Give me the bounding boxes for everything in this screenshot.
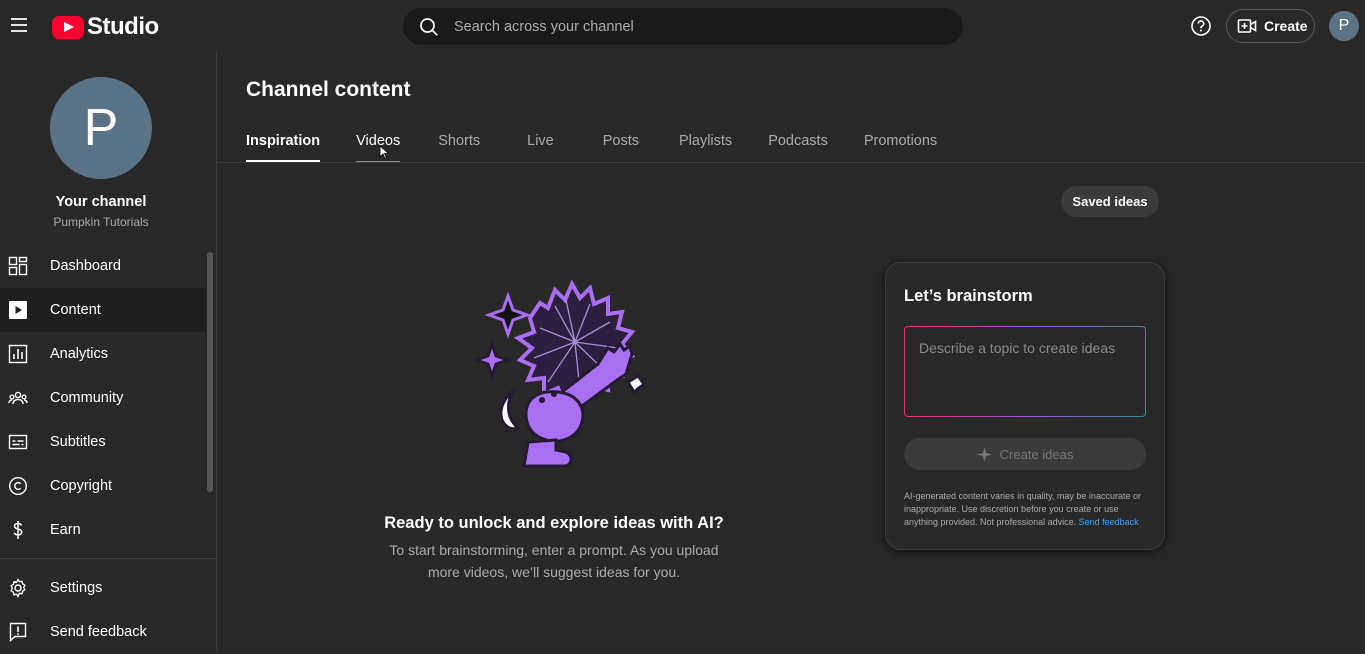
create-video-icon (1237, 19, 1257, 33)
hero-title: Ready to unlock and explore ideas with A… (384, 514, 724, 532)
youtube-play-icon (52, 15, 84, 39)
studio-logo[interactable]: Studio (52, 13, 159, 41)
sidebar-item-community[interactable]: Community (0, 376, 206, 420)
channel-name: Your channel (55, 194, 147, 210)
sidebar-scrollbar[interactable] (207, 252, 213, 492)
tab-live[interactable]: Live (527, 126, 554, 163)
page-title: Channel content (246, 78, 411, 101)
brainstorm-card: Let’s brainstorm Create ideas AI-generat… (885, 262, 1165, 550)
search-icon (418, 16, 440, 38)
tab-inspiration[interactable]: Inspiration (246, 126, 321, 163)
hero-subtitle: To start brainstorming, enter a prompt. … (374, 539, 734, 583)
create-button[interactable]: Create (1226, 9, 1315, 43)
prompt-field[interactable] (904, 326, 1146, 417)
analytics-icon (8, 344, 28, 364)
dashboard-icon (8, 256, 28, 276)
hero-subtitle-line: To start brainstorming, enter a prompt. … (389, 542, 719, 558)
content-icon (9, 301, 27, 319)
top-bar: Studio Create P (0, 0, 1365, 52)
logo-text: Studio (87, 13, 159, 40)
gear-icon (10, 578, 26, 598)
sidebar-item-earn[interactable]: Earn (0, 508, 206, 552)
sidebar-item-dashboard[interactable]: Dashboard (0, 244, 206, 288)
channel-avatar[interactable]: P (50, 77, 152, 179)
tab-posts[interactable]: Posts (603, 126, 639, 163)
tab-shorts[interactable]: Shorts (438, 126, 480, 163)
tab-podcasts[interactable]: Podcasts (768, 126, 828, 163)
sparkle-icon (976, 446, 992, 462)
help-icon[interactable] (1190, 15, 1212, 37)
sidebar-item-label: Community (50, 390, 124, 406)
create-ideas-label: Create ideas (999, 446, 1074, 462)
sidebar-item-analytics[interactable]: Analytics (0, 332, 206, 376)
prompt-input[interactable] (905, 327, 1145, 416)
tab-playlists[interactable]: Playlists (679, 126, 732, 163)
saved-ideas-button[interactable]: Saved ideas (1061, 186, 1159, 217)
content-tabs: Inspiration Videos Shorts Live Posts Pla… (246, 126, 937, 163)
subtitles-icon (8, 434, 28, 450)
sidebar-item-settings[interactable]: Settings (0, 566, 206, 610)
create-ideas-button[interactable]: Create ideas (904, 438, 1146, 470)
mouse-cursor-icon (379, 145, 389, 159)
search-bar[interactable] (403, 8, 963, 45)
account-avatar[interactable]: P (1329, 11, 1359, 41)
sidebar-bottom-nav: Settings Send feedback (0, 566, 206, 654)
sidebar-item-label: Settings (50, 580, 103, 596)
copyright-icon (8, 476, 28, 496)
hero-subtitle-line: more videos, we’ll suggest ideas for you… (427, 564, 681, 580)
earn-icon (13, 521, 23, 539)
feedback-icon (9, 622, 27, 642)
tab-promotions[interactable]: Promotions (864, 126, 937, 163)
brainstorm-title: Let’s brainstorm (904, 287, 1033, 305)
sidebar-item-label: Earn (50, 522, 81, 538)
ai-disclaimer: AI-generated content varies in quality, … (904, 490, 1149, 529)
sidebar-nav: Dashboard Content Analytics Community Su… (0, 244, 206, 552)
sidebar-item-label: Subtitles (50, 434, 106, 450)
sidebar-item-send-feedback[interactable]: Send feedback (0, 610, 206, 654)
tabs-divider (217, 162, 1365, 163)
sidebar-item-copyright[interactable]: Copyright (0, 464, 206, 508)
send-feedback-link[interactable]: Send feedback (1079, 517, 1139, 527)
sidebar-item-content[interactable]: Content (0, 288, 206, 332)
sidebar-item-label: Dashboard (50, 258, 121, 274)
search-input[interactable] (454, 18, 934, 35)
sidebar-item-label: Send feedback (50, 624, 147, 640)
hamburger-menu-icon[interactable] (8, 14, 30, 36)
channel-handle: Pumpkin Tutorials (53, 215, 149, 229)
sidebar-item-label: Analytics (50, 346, 109, 362)
sidebar-divider (0, 558, 216, 559)
sidebar-item-subtitles[interactable]: Subtitles (0, 420, 206, 464)
ai-brainstorm-illustration (471, 279, 647, 468)
sidebar-item-label: Copyright (50, 478, 113, 494)
sidebar: P Your channel Pumpkin Tutorials Dashboa… (0, 52, 217, 650)
create-label: Create (1264, 18, 1308, 34)
sidebar-item-label: Content (50, 302, 101, 318)
community-icon (8, 391, 28, 405)
